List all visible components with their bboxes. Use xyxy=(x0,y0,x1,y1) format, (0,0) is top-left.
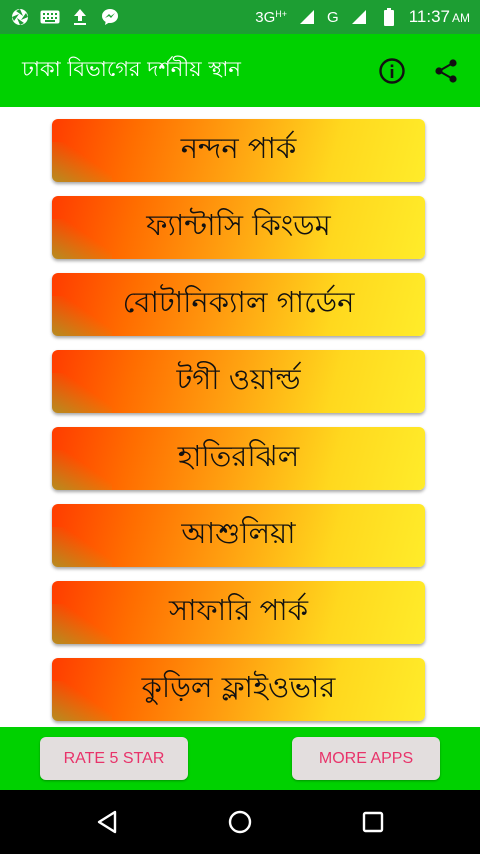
upload-icon xyxy=(70,7,90,27)
place-button-hatirjheel[interactable]: হাতিরঝিল xyxy=(52,427,425,490)
place-button-ashulia[interactable]: আশুলিয়া xyxy=(52,504,425,567)
battery-icon xyxy=(379,7,399,27)
place-label: সাফারি পার্ক xyxy=(168,593,309,627)
network-type-label: 3G H+ xyxy=(255,8,288,26)
place-label: কুড়িল ফ্লাইওভার xyxy=(141,670,336,704)
system-icons: 3G H+ G 11:37 AM xyxy=(255,7,470,27)
share-icon xyxy=(435,58,457,83)
signal-icon-2 xyxy=(349,7,369,27)
place-label: আশুলিয়া xyxy=(181,516,296,550)
place-label: বোটানিক্যাল গার্ডেন xyxy=(122,285,355,319)
place-label: হাতিরঝিল xyxy=(177,439,300,473)
home-icon xyxy=(228,810,252,834)
bottom-action-bar: RATE 5 STAR MORE APPS xyxy=(0,727,480,790)
place-button-kuril-flyover[interactable]: কুড়িল ফ্লাইওভার xyxy=(52,658,425,721)
place-label: নন্দন পার্ক xyxy=(180,131,297,165)
carrier-label: G xyxy=(327,8,339,26)
keyboard-icon xyxy=(40,7,60,27)
notification-icons xyxy=(10,7,120,27)
place-button-safari-park[interactable]: সাফারি পার্ক xyxy=(52,581,425,644)
place-button-fantasy-kingdom[interactable]: ফ্যান্টাসি কিংডম xyxy=(52,196,425,259)
signal-icon xyxy=(297,7,317,27)
recents-button[interactable] xyxy=(351,800,395,844)
app-title: ঢাকা বিভাগের দর্শনীয় স্থান xyxy=(22,57,241,81)
clock: 11:37 AM xyxy=(408,7,470,26)
rate-button[interactable]: RATE 5 STAR xyxy=(40,737,188,780)
place-button-botanical-garden[interactable]: বোটানিক্যাল গার্ডেন xyxy=(52,273,425,336)
back-button[interactable] xyxy=(85,800,129,844)
info-button[interactable] xyxy=(372,51,412,91)
back-icon xyxy=(97,810,116,834)
status-bar: 3G H+ G 11:37 AM xyxy=(0,0,480,34)
home-button[interactable] xyxy=(218,800,262,844)
messenger-icon xyxy=(100,7,120,27)
share-button[interactable] xyxy=(426,51,466,91)
recents-icon xyxy=(363,811,384,833)
place-button-toggi-world[interactable]: টগী ওয়ার্ল্ড xyxy=(52,350,425,413)
aperture-icon xyxy=(10,7,30,27)
place-label: ফ্যান্টাসি কিংডম xyxy=(146,208,331,242)
place-label: টগী ওয়ার্ল্ড xyxy=(176,362,301,396)
app-bar: ঢাকা বিভাগের দর্শনীয় স্থান xyxy=(0,34,480,107)
navigation-bar xyxy=(0,790,480,854)
info-icon xyxy=(379,57,405,84)
places-list: নন্দন পার্ক ফ্যান্টাসি কিংডম বোটানিক্যাল… xyxy=(0,107,480,727)
more-apps-button[interactable]: MORE APPS xyxy=(292,737,440,780)
place-button-nandan-park[interactable]: নন্দন পার্ক xyxy=(52,119,425,182)
